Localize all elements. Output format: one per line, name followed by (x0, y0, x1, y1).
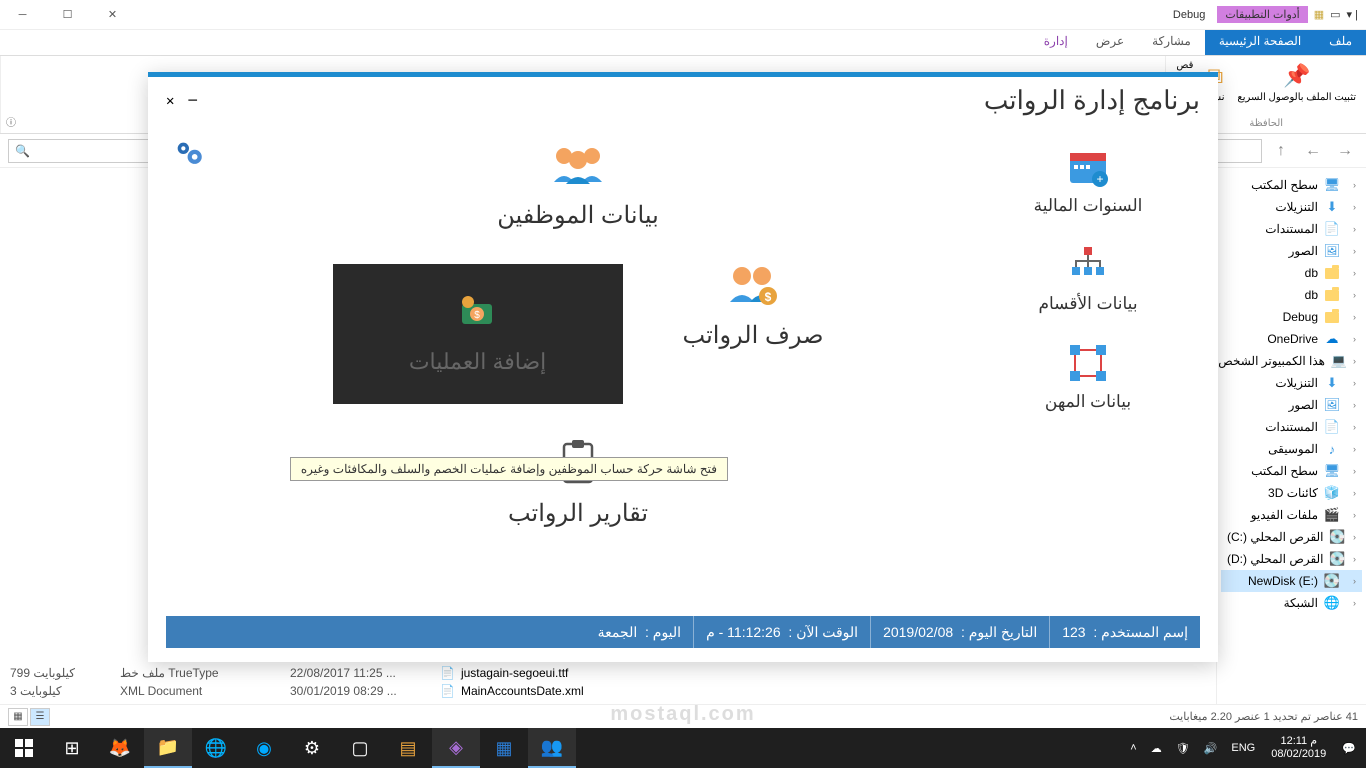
svg-text:$: $ (765, 290, 772, 304)
up-button[interactable]: ↑ (1268, 138, 1294, 164)
tray-expand-icon[interactable]: ˄ (1124, 728, 1142, 768)
tab-home[interactable]: الصفحة الرئيسية (1205, 30, 1315, 55)
professions-button[interactable]: بيانات المهن (1045, 340, 1131, 412)
visualstudio-icon[interactable]: ◈ (432, 728, 480, 768)
payroll-app-window: برنامج إدارة الرواتب ✕ ─ + السنوات المال… (148, 72, 1218, 662)
fiscal-years-button[interactable]: + السنوات المالية (1034, 144, 1143, 216)
clock[interactable]: 12:11 م 08/02/2019 (1263, 728, 1334, 768)
tab-manage[interactable]: إدارة (1030, 30, 1082, 55)
tab-view[interactable]: عرض (1082, 30, 1138, 55)
tree-item[interactable]: ‹db (1221, 262, 1362, 284)
tree-item[interactable]: ‹♪الموسيقى (1221, 438, 1362, 460)
onedrive-tray-icon[interactable]: ☁ (1145, 728, 1168, 768)
qat-newfolder-icon[interactable]: ▦ (1314, 8, 1324, 21)
pin-icon[interactable]: 📌 (1281, 60, 1313, 92)
tree-item[interactable]: ‹⬇التنزيلات (1221, 372, 1362, 394)
security-tray-icon[interactable]: 🛡 (1170, 728, 1196, 768)
money-icon: $ (454, 294, 502, 339)
teamviewer-icon[interactable]: ◉ (240, 728, 288, 768)
help-icon[interactable]: ⓘ (6, 114, 16, 129)
departments-button[interactable]: بيانات الأقسام (1038, 242, 1137, 314)
chrome-icon[interactable]: 🌐 (192, 728, 240, 768)
tree-item[interactable]: ‹🖼الصور (1221, 394, 1362, 416)
payroll-task-icon[interactable]: 👥 (528, 728, 576, 768)
tree-item[interactable]: ‹⬇التنزيلات (1221, 196, 1362, 218)
context-tools-label: أدوات التطبيقات (1217, 6, 1307, 23)
reports-button[interactable]: تقارير الرواتب (508, 438, 648, 528)
explorer-icon[interactable]: 📁 (144, 728, 192, 768)
word-icon[interactable]: ▦ (480, 728, 528, 768)
settings-task-icon[interactable]: ⚙ (288, 728, 336, 768)
tree-item[interactable]: ‹☁OneDrive (1221, 328, 1362, 350)
terminal-icon[interactable]: ▢ (336, 728, 384, 768)
explorer-statusbar: 41 عناصر تم تحديد 1 عنصر 2.20 ميغابايت ☰… (0, 704, 1366, 728)
window-title: Debug (1167, 7, 1211, 23)
back-button[interactable]: → (1332, 138, 1358, 164)
tree-item[interactable]: ‹🖼الصور (1221, 240, 1362, 262)
tab-file[interactable]: ملف (1315, 30, 1366, 55)
taskview-icon[interactable]: ⊞ (48, 728, 96, 768)
employees-button[interactable]: بيانات الموظفين (497, 144, 659, 230)
cut-button[interactable]: قص (1176, 60, 1193, 71)
tab-share[interactable]: مشاركة (1138, 30, 1205, 55)
qat-properties-icon[interactable]: ▭ (1330, 8, 1340, 21)
notifications-icon[interactable]: 💬 (1336, 728, 1362, 768)
add-operations-button[interactable]: $ إضافة العمليات (333, 264, 623, 404)
tree-item[interactable]: ‹🎬ملفات الفيديو (1221, 504, 1362, 526)
app-close-button[interactable]: ✕ (166, 93, 174, 109)
view-icons-icon[interactable]: ▦ (8, 708, 28, 726)
sqlserver-icon[interactable]: ▤ (384, 728, 432, 768)
pin-button[interactable]: تثبيت الملف بالوصول السريع (1237, 92, 1356, 103)
firefox-icon[interactable]: 🦊 (96, 728, 144, 768)
folder-tree[interactable]: ‹🖥سطح المكتب‹⬇التنزيلات‹📄المستندات‹🖼الصو… (1216, 168, 1366, 704)
tree-item[interactable]: ‹📄المستندات (1221, 416, 1362, 438)
people-money-icon: $ (724, 264, 782, 313)
org-chart-icon (1065, 242, 1111, 288)
start-button[interactable] (0, 728, 48, 768)
explorer-titlebar: ─ ☐ ✕ Debug أدوات التطبيقات ▦ ▭ ▾ | (0, 0, 1366, 30)
maximize-button[interactable]: ☐ (45, 0, 90, 30)
tree-item[interactable]: ‹🖥سطح المكتب (1221, 174, 1362, 196)
file-row[interactable]: 799 كيلوبايتملف خط TrueType22/08/2017 11… (10, 664, 1206, 682)
forward-button[interactable]: ← (1300, 138, 1326, 164)
tree-item[interactable]: ‹🧊كائنات 3D (1221, 482, 1362, 504)
salaries-button[interactable]: $ صرف الرواتب (683, 264, 824, 350)
tree-item[interactable]: ‹💽القرص المحلي (:C) (1221, 526, 1362, 548)
tooltip: فتح شاشة حركة حساب الموظفين وإضافة عمليا… (290, 457, 728, 481)
language-indicator[interactable]: ENG (1225, 728, 1261, 768)
tree-item[interactable]: ‹db (1221, 284, 1362, 306)
app-status-bar: إسم المستخدم : 123 التاريخ اليوم : 2019/… (166, 616, 1200, 648)
tree-item[interactable]: ‹💻هذا الكمبيوتر الشخص (1221, 350, 1362, 372)
close-button[interactable]: ✕ (90, 0, 135, 30)
calendar-icon: + (1065, 144, 1111, 190)
volume-icon[interactable]: 🔊 (1198, 728, 1224, 768)
tree-item[interactable]: ‹🖥سطح المكتب (1221, 460, 1362, 482)
tree-item[interactable]: ‹Debug (1221, 306, 1362, 328)
tree-item[interactable]: ‹💽القرص المحلي (:D) (1221, 548, 1362, 570)
tree-item[interactable]: ‹💽NewDisk (E:) (1221, 570, 1362, 592)
side-menu: + السنوات المالية بيانات الأقسام بيانات … (998, 144, 1178, 579)
svg-text:$: $ (474, 310, 480, 321)
app-title: برنامج إدارة الرواتب (984, 85, 1200, 116)
file-row[interactable]: 3 كيلوبايتXML Document30/01/2019 08:29 .… (10, 682, 1206, 700)
ribbon-tabs: ملف الصفحة الرئيسية مشاركة عرض إدارة (0, 30, 1366, 56)
tree-item[interactable]: ‹📄المستندات (1221, 218, 1362, 240)
people-icon (548, 144, 608, 193)
app-minimize-button[interactable]: ─ (188, 93, 196, 109)
svg-text:+: + (1097, 172, 1104, 186)
tree-item[interactable]: ‹🌐الشبكة (1221, 592, 1362, 614)
minimize-button[interactable]: ─ (0, 0, 45, 30)
clipboard-group-label: الحافظة (1249, 118, 1283, 129)
taskbar: ⊞ 🦊 📁 🌐 ◉ ⚙ ▢ ▤ ◈ ▦ 👥 ˄ ☁ 🛡 🔊 ENG 12:11 … (0, 728, 1366, 768)
qat-dropdown-icon[interactable]: ▾ | (1347, 8, 1358, 21)
nodes-icon (1065, 340, 1111, 386)
search-icon: 🔍 (15, 144, 30, 158)
settings-icon[interactable] (172, 137, 206, 178)
view-details-icon[interactable]: ☰ (30, 708, 50, 726)
